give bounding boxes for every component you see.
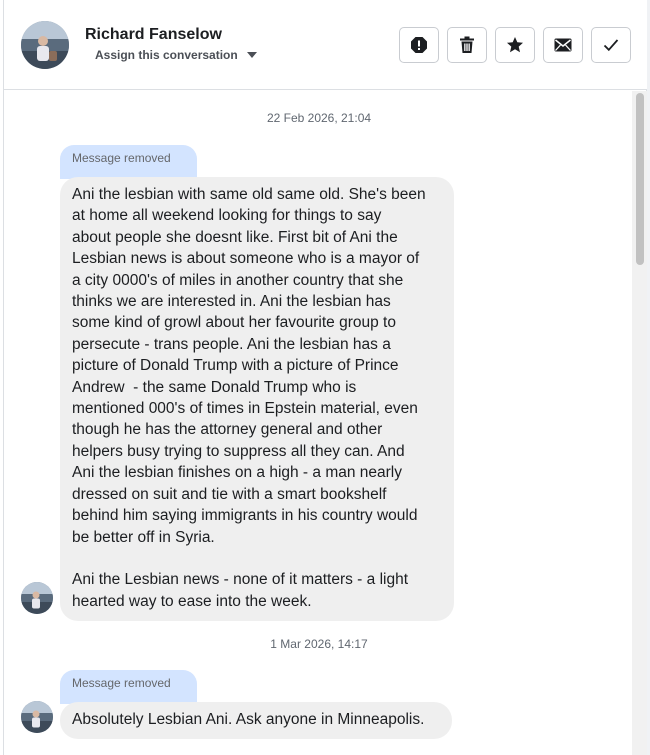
message-line: hearted way to ease into the week. (72, 592, 312, 610)
assign-conversation-label: Assign this conversation (95, 48, 238, 62)
alert-icon (410, 36, 428, 54)
message-line: Andrew - the same Donald Trump who is (72, 378, 357, 396)
message-line: helpers busy trying to suppress all they… (72, 442, 405, 460)
date-separator: 1 Mar 2026, 14:17 (270, 637, 368, 651)
chevron-down-icon (246, 52, 257, 58)
message-line: though he has the attorney general and o… (72, 421, 383, 439)
delete-button[interactable] (447, 27, 487, 63)
message-line: Ani the lesbian with same old same old. … (72, 186, 426, 203)
message-line: Ani the Lesbian news - none of it matter… (72, 571, 409, 589)
removed-message: Message removed (60, 145, 197, 179)
message-line: Lesbian news is about someone who is a m… (72, 250, 420, 268)
contact-name[interactable]: Richard Fanselow (85, 26, 222, 44)
sender-avatar[interactable] (21, 582, 53, 614)
message-line: about people she doesnt like. First bit … (72, 228, 398, 246)
spam-button[interactable] (399, 27, 439, 63)
message-line: at home all weekend looking for things t… (72, 207, 382, 225)
trash-icon (459, 36, 475, 54)
conversation-panel: Richard Fanselow Assign this conversatio… (3, 0, 648, 755)
mark-unread-button[interactable] (543, 27, 583, 63)
message-line: Ani the lesbian finishes on a high - a m… (72, 464, 403, 482)
contact-avatar[interactable] (21, 21, 69, 69)
message-line: some kind of growl about her favourite g… (72, 314, 396, 332)
star-icon (506, 36, 524, 54)
conversation-header: Richard Fanselow Assign this conversatio… (4, 0, 648, 90)
removed-message: Message removed (60, 670, 197, 704)
message-line: picture of Donald Trump with a picture o… (72, 357, 399, 375)
message-line: mentioned 000's of times in Epstein mate… (72, 400, 418, 418)
sender-avatar[interactable] (21, 701, 53, 733)
message-line: a city 0000's of miles in another countr… (72, 271, 404, 289)
scrollbar-thumb[interactable] (636, 93, 644, 265)
message-line: thinks we are interested in. Ani the les… (72, 293, 391, 311)
message-line (72, 548, 442, 569)
assign-conversation-dropdown[interactable]: Assign this conversation (95, 48, 257, 62)
message-line: persecute - trans people. Ani the lesbia… (72, 335, 391, 353)
message-thread[interactable]: 22 Feb 2026, 21:04 Message removed Ani t… (4, 91, 648, 755)
removed-message-label: Message removed (72, 151, 171, 165)
message-line: dressed on suit and tie with a smart boo… (72, 485, 387, 503)
message-bubble[interactable]: Ani the lesbian with same old same old. … (60, 177, 454, 622)
star-button[interactable] (495, 27, 535, 63)
checkmark-icon (603, 38, 619, 52)
thread-scrollbar[interactable] (632, 91, 648, 755)
mark-done-button[interactable] (591, 27, 631, 63)
date-separator: 22 Feb 2026, 21:04 (266, 111, 372, 125)
message-bubble[interactable]: Absolutely Lesbian Ani. Ask anyone in Mi… (60, 702, 452, 740)
message-line: behind him saying immigrants in his coun… (72, 507, 418, 525)
message-line: Absolutely Lesbian Ani. Ask anyone in Mi… (72, 711, 425, 728)
message-line: be better off in Syria. (72, 528, 215, 546)
envelope-icon (554, 38, 572, 52)
removed-message-label: Message removed (72, 676, 171, 690)
